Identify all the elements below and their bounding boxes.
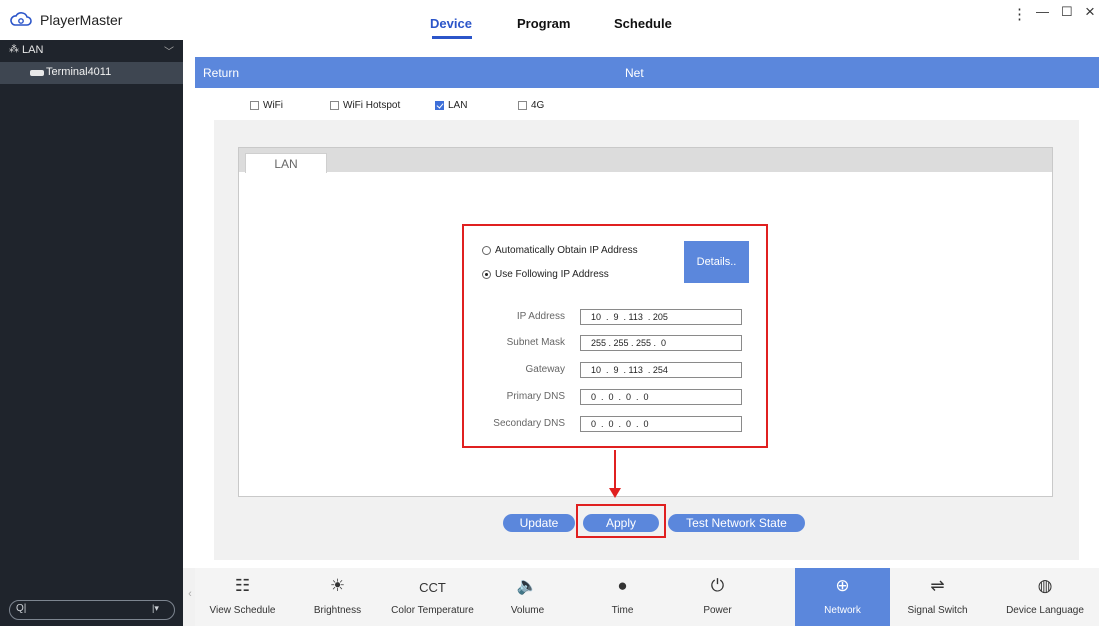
terminal-device-icon: [30, 70, 44, 76]
toolbar-time[interactable]: ● Time: [575, 568, 670, 626]
device-language-icon: ◍: [1037, 576, 1053, 595]
ip-address-field[interactable]: 10 . 9 . 113 . 205: [580, 309, 742, 325]
radio-label: Automatically Obtain IP Address: [495, 245, 638, 256]
primary-dns-label: Primary DNS: [506, 391, 565, 402]
app-window: PlayerMaster Device Program Schedule ⋮ —…: [0, 0, 1099, 626]
details-button[interactable]: Details..: [684, 241, 749, 283]
checkbox-label: WiFi: [263, 100, 283, 111]
title-bar: PlayerMaster Device Program Schedule ⋮ —…: [0, 0, 1099, 40]
toolbar-color-temperature[interactable]: CCT Color Temperature: [385, 568, 480, 626]
toolbar-power[interactable]: ⏻ Power: [670, 568, 765, 626]
toolbar-device-language[interactable]: ◍ Device Language: [995, 568, 1095, 626]
view-schedule-icon: ☷: [234, 576, 251, 595]
network-icon: ⊕: [835, 576, 850, 595]
signal-switch-icon: ⇌: [930, 576, 945, 595]
app-title: PlayerMaster: [40, 12, 123, 28]
toolbar-brightness[interactable]: ☀ Brightness: [290, 568, 385, 626]
checkbox-box-checked[interactable]: [435, 101, 444, 110]
radio-circle[interactable]: [482, 246, 491, 255]
time-icon: ●: [617, 576, 628, 595]
toolbar-label: Color Temperature: [391, 605, 474, 616]
return-button[interactable]: Return: [203, 66, 239, 80]
network-tree-icon: ⁂: [9, 44, 19, 55]
subnet-mask-field[interactable]: 255 . 255 . 255 . 0: [580, 335, 742, 351]
tab-device[interactable]: Device: [430, 16, 472, 31]
secondary-dns-field[interactable]: 0 . 0 . 0 . 0: [580, 416, 742, 432]
tab-schedule[interactable]: Schedule: [614, 16, 672, 31]
tab-program[interactable]: Program: [517, 16, 570, 31]
cloud-logo-icon: [10, 12, 32, 26]
toolbar-label: Device Language: [1006, 605, 1084, 616]
header-bar: Return Net: [195, 57, 1099, 88]
checkbox-box[interactable]: [330, 101, 339, 110]
close-icon[interactable]: ×: [1085, 2, 1095, 22]
dropdown-icon[interactable]: |▾: [152, 603, 159, 614]
test-network-state-button[interactable]: Test Network State: [668, 514, 805, 532]
gateway-field[interactable]: 10 . 9 . 113 . 254: [580, 362, 742, 378]
sidebar-group-label: LAN: [22, 44, 44, 56]
checkbox-label: WiFi Hotspot: [343, 100, 401, 111]
radio-label: Use Following IP Address: [495, 269, 609, 280]
color-temperature-icon: CCT: [419, 580, 446, 595]
toolbar-label: Signal Switch: [907, 605, 968, 616]
minimize-icon[interactable]: —: [1036, 4, 1049, 19]
sidebar: ⁂ LAN ﹀ Terminal4011 Q| |▾: [0, 40, 183, 626]
arrow-down-icon: [609, 488, 621, 498]
tab-lan[interactable]: LAN: [245, 153, 327, 173]
checkbox-label: LAN: [448, 100, 468, 111]
menu-icon[interactable]: ⋮: [1012, 5, 1027, 23]
gateway-label: Gateway: [525, 364, 565, 375]
arrow-line: [614, 450, 616, 490]
toolbar-label: Network: [824, 605, 861, 616]
toolbar-label: Power: [703, 605, 732, 616]
ip-address-label: IP Address: [516, 311, 565, 322]
toolbar-view-schedule[interactable]: ☷ View Schedule: [195, 568, 290, 626]
primary-dns-field[interactable]: 0 . 0 . 0 . 0: [580, 389, 742, 405]
active-tab-indicator: [432, 36, 472, 39]
sidebar-group-lan[interactable]: ⁂ LAN ﹀: [0, 40, 183, 62]
apply-highlight: [576, 504, 666, 538]
chevron-down-icon[interactable]: ﹀: [164, 43, 174, 58]
checkbox-box[interactable]: [250, 101, 259, 110]
maximize-icon[interactable]: ☐: [1061, 4, 1073, 20]
tab-strip: LAN: [239, 148, 1052, 173]
search-icon: Q|: [16, 603, 27, 614]
power-icon: ⏻: [710, 576, 725, 595]
checkbox-label: 4G: [531, 100, 545, 111]
search-input[interactable]: Q| |▾: [9, 600, 175, 620]
sidebar-item-label: Terminal4011: [46, 66, 112, 78]
toolbar-label: Volume: [510, 605, 545, 616]
radio-circle-selected[interactable]: [482, 270, 491, 279]
toolbar-label: View Schedule: [209, 605, 276, 616]
update-button[interactable]: Update: [503, 514, 575, 532]
brightness-icon: ☀: [329, 576, 346, 595]
toolbar-signal-switch[interactable]: ⇌ Signal Switch: [890, 568, 985, 626]
subnet-mask-label: Subnet Mask: [506, 337, 565, 348]
secondary-dns-label: Secondary DNS: [493, 418, 565, 429]
toolbar-network[interactable]: ⊕ Network: [795, 568, 890, 626]
sidebar-item-terminal[interactable]: Terminal4011: [0, 62, 183, 84]
toolbar-volume[interactable]: 🔈 Volume: [480, 568, 575, 626]
checkbox-box[interactable]: [518, 101, 527, 110]
page-title: Net: [625, 66, 644, 80]
toolbar-label: Brightness: [313, 605, 362, 616]
volume-icon: 🔈: [516, 576, 539, 595]
toolbar-label: Time: [611, 605, 634, 616]
